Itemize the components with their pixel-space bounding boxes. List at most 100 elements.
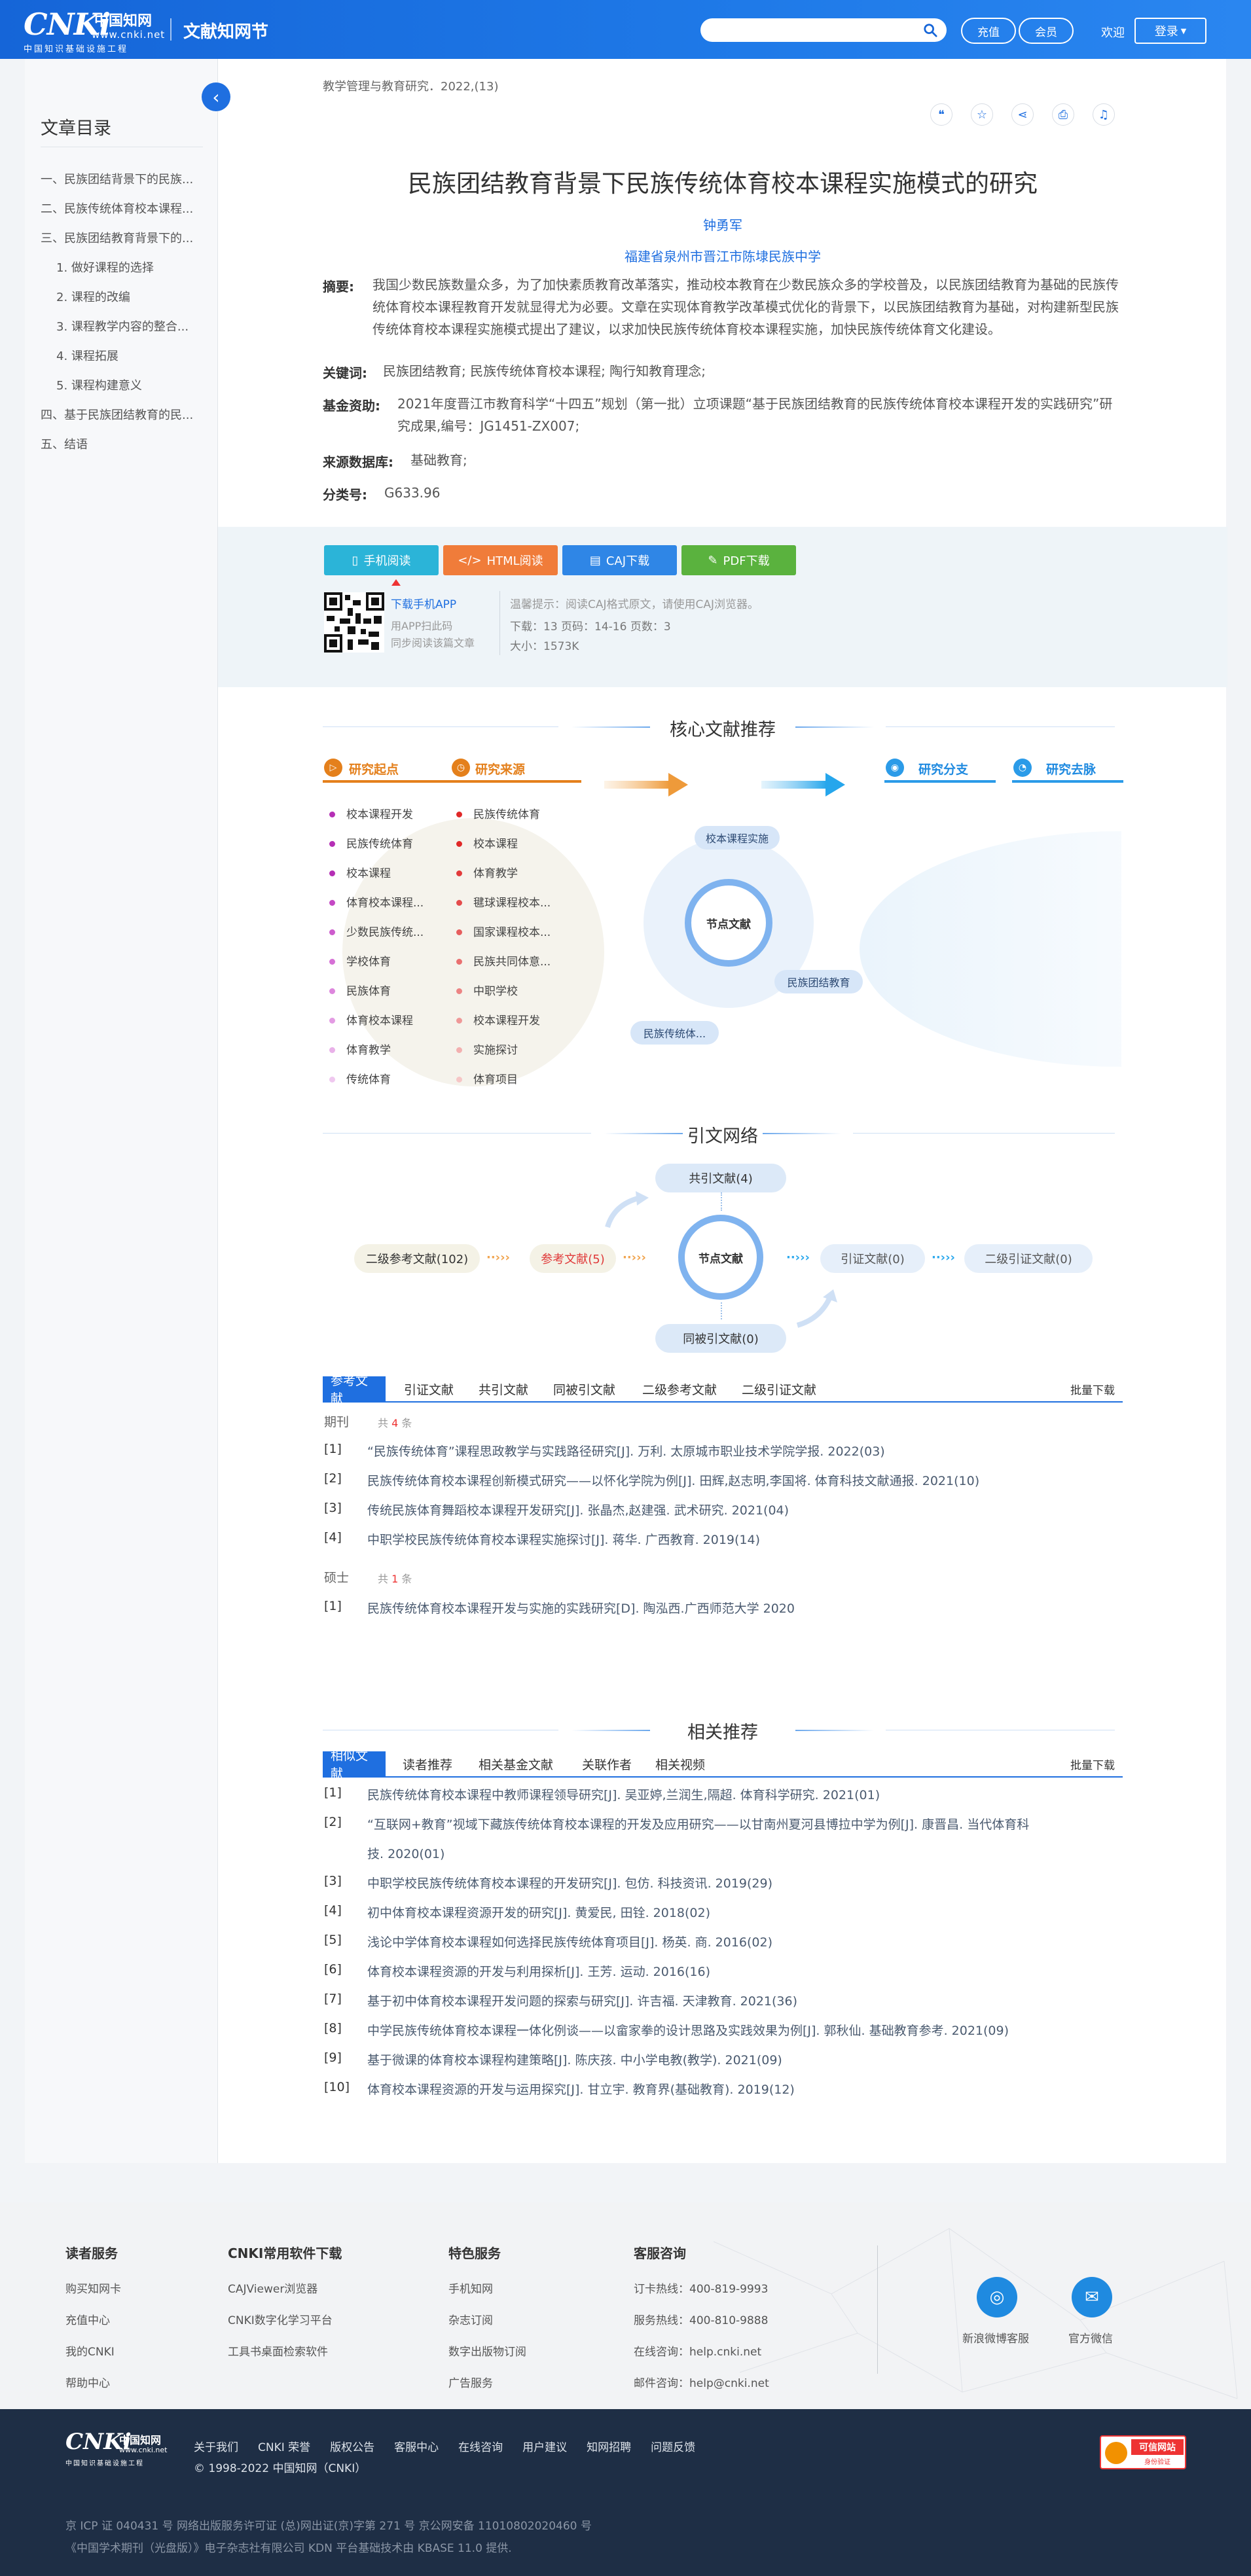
origin-item[interactable]: 校本课程 <box>346 864 391 880</box>
origin-item[interactable]: 民族传统体育 <box>346 834 413 851</box>
origin-item[interactable]: 体育校本课程... <box>346 893 424 910</box>
origin-item[interactable]: 少数民族传统... <box>346 923 424 939</box>
quote-icon[interactable]: ❝ <box>930 103 952 126</box>
related-item[interactable]: 初中体育校本课程资源开发的研究[J]. 黄爱民, 田铨. 2018(02) <box>367 1903 710 1921</box>
favorite-star-icon[interactable]: ☆ <box>971 103 993 126</box>
research-origin-title[interactable]: 研究起点 <box>349 760 399 778</box>
tab-cocited-docs[interactable]: 共引文献 <box>471 1376 536 1401</box>
source-item[interactable]: 民族共同体意... <box>473 952 551 969</box>
toc-item[interactable]: 3. 课程教学内容的整合... <box>56 317 207 334</box>
toc-item[interactable]: 四、基于民族团结教育的民... <box>41 406 208 423</box>
footer-link[interactable]: 工具书桌面检索软件 <box>228 2342 328 2359</box>
recharge-button[interactable]: 充值 <box>961 18 1016 44</box>
source-item[interactable]: 校本课程开发 <box>473 1011 540 1028</box>
tab-cocited-by[interactable]: 同被引文献 <box>545 1376 623 1401</box>
journal-info[interactable]: 教学管理与教育研究．2022,(13) <box>323 77 498 94</box>
toc-item[interactable]: 一、民族团结背景下的民族... <box>41 170 208 187</box>
footer-link[interactable]: 充值中心 <box>65 2311 110 2327</box>
login-button[interactable]: 登录 ▼ <box>1134 18 1206 44</box>
source-item[interactable]: 校本课程 <box>473 834 518 851</box>
caj-download-button[interactable]: ▤ CAJ下载 <box>562 545 677 575</box>
author-organization[interactable]: 福建省泉州市晋江市陈埭民族中学 <box>218 246 1227 265</box>
related-item[interactable]: 基于微课的体育校本课程构建策略[J]. 陈庆孩. 中小学电教(教学). 2021… <box>367 2050 782 2068</box>
origin-item[interactable]: 校本课程开发 <box>346 805 413 821</box>
second-level-cites-pill[interactable]: 二级引证文献(0) <box>964 1244 1093 1273</box>
footer-link[interactable]: 广告服务 <box>448 2374 493 2390</box>
tab-related-videos[interactable]: 相关视频 <box>647 1751 713 1776</box>
toc-item[interactable]: 5. 课程构建意义 <box>56 376 207 393</box>
footer-nav-link[interactable]: 版权公告 <box>330 2441 374 2454</box>
research-trend-title[interactable]: 研究去脉 <box>1046 760 1096 778</box>
toc-item[interactable]: 二、民族传统体育校本课程... <box>41 200 208 217</box>
footer-link[interactable]: CAJViewer浏览器 <box>228 2280 317 2296</box>
tab-related-authors[interactable]: 关联作者 <box>574 1751 640 1776</box>
footer-link[interactable]: 帮助中心 <box>65 2374 110 2390</box>
tab-fund-docs[interactable]: 相关基金文献 <box>471 1751 561 1776</box>
reference-item[interactable]: 民族传统体育校本课程开发与实施的实践研究[D]. 陶泓西.广西师范大学 2020 <box>367 1599 795 1617</box>
batch-download-link[interactable]: 批量下载 <box>1062 1376 1123 1401</box>
weibo-icon[interactable]: ◎ <box>977 2277 1017 2317</box>
source-item[interactable]: 中职学校 <box>473 982 518 998</box>
citing-docs-pill[interactable]: 引证文献(0) <box>820 1244 925 1273</box>
footer-link[interactable]: 数字出版物订阅 <box>448 2342 526 2359</box>
tab-similar-docs[interactable]: 相似文献 <box>323 1749 386 1781</box>
toc-item[interactable]: 4. 课程拓展 <box>56 347 207 364</box>
print-icon[interactable]: ⎙ <box>1052 103 1074 126</box>
member-button[interactable]: 会员 <box>1019 18 1074 44</box>
footer-nav-link[interactable]: 问题反馈 <box>651 2441 695 2454</box>
related-item[interactable]: 中职学校民族传统体育校本课程的开发研究[J]. 包仿. 科技资讯. 2019(2… <box>367 1874 772 1891</box>
site-name[interactable]: 文献知网节 <box>183 18 268 43</box>
footer-nav-link[interactable]: 知网招聘 <box>587 2441 631 2454</box>
email-consult-link[interactable]: 邮件咨询：help@cnki.net <box>634 2374 769 2390</box>
origin-item[interactable]: 民族体育 <box>346 982 391 998</box>
related-item-continued[interactable]: 技. 2020(01) <box>367 1844 444 1862</box>
tab-references[interactable]: 参考文献 <box>323 1374 386 1406</box>
source-item[interactable]: 体育项目 <box>473 1070 518 1086</box>
related-item[interactable]: 基于初中体育校本课程开发问题的探索与研究[J]. 许吉福. 天津教育. 2021… <box>367 1992 797 2009</box>
second-level-refs-pill[interactable]: 二级参考文献(102) <box>354 1244 480 1273</box>
footer-cnki-logo[interactable]: CNKi 中国知网 www.cnki.net 中国知识基础设施工程 <box>65 2429 183 2468</box>
related-item[interactable]: 民族传统体育校本课程中教师课程领导研究[J]. 吴亚婷,兰润生,隔超. 体育科学… <box>367 1785 880 1803</box>
research-branch-title[interactable]: 研究分支 <box>918 760 968 778</box>
share-icon[interactable]: ⋖ <box>1011 103 1034 126</box>
cnki-logo[interactable]: CNKi 中国知网 www.cnki.net 中国知识基础设施工程 <box>24 5 164 54</box>
batch-download-link[interactable]: 批量下载 <box>1062 1751 1123 1776</box>
trusted-site-badge[interactable]: 可信网站 身份验证 <box>1100 2435 1186 2469</box>
source-item[interactable]: 毽球课程校本... <box>473 893 551 910</box>
toc-item[interactable]: 五、结语 <box>41 435 208 452</box>
node-document-label[interactable]: 节点文献 <box>683 915 774 931</box>
footer-link[interactable]: 我的CNKI <box>65 2342 115 2359</box>
collapse-toc-icon[interactable]: ‹ <box>202 82 230 111</box>
origin-item[interactable]: 体育教学 <box>346 1041 391 1057</box>
tab-second-cites[interactable]: 二级引证文献 <box>734 1376 824 1401</box>
article-author[interactable]: 钟勇军 <box>218 215 1227 234</box>
download-app-link[interactable]: 下载手机APP <box>391 595 456 611</box>
footer-nav-link[interactable]: CNKI 荣誉 <box>258 2441 310 2454</box>
source-item[interactable]: 体育教学 <box>473 864 518 880</box>
notify-bell-icon[interactable]: ♫ <box>1093 103 1115 126</box>
toc-item[interactable]: 2. 课程的改编 <box>56 288 207 305</box>
research-source-title[interactable]: 研究来源 <box>475 760 525 778</box>
related-item[interactable]: 体育校本课程资源的开发与运用探究[J]. 甘立宇. 教育界(基础教育). 201… <box>367 2080 795 2098</box>
network-node-label[interactable]: 节点文献 <box>676 1249 765 1266</box>
footer-nav-link[interactable]: 关于我们 <box>194 2441 238 2454</box>
footer-link[interactable]: 杂志订阅 <box>448 2311 493 2327</box>
footer-nav-link[interactable]: 用户建议 <box>522 2441 567 2454</box>
branch-tag[interactable]: 校本课程实施 <box>695 826 780 850</box>
branch-tag[interactable]: 民族团结教育 <box>774 970 863 993</box>
related-item[interactable]: 体育校本课程资源的开发与利用探析[J]. 王芳. 运动. 2016(16) <box>367 1962 710 1980</box>
footer-nav-link[interactable]: 在线咨询 <box>458 2441 503 2454</box>
toc-item[interactable]: 三、民族团结教育背景下的... <box>41 229 208 246</box>
origin-item[interactable]: 体育校本课程 <box>346 1011 413 1028</box>
reference-item[interactable]: “民族传统体育”课程思政教学与实践路径研究[J]. 万利. 太原城市职业技术学院… <box>367 1442 885 1459</box>
references-pill[interactable]: 参考文献(5) <box>530 1244 616 1273</box>
related-item[interactable]: 浅论中学体育校本课程如何选择民族传统体育项目[J]. 杨英. 商. 2016(0… <box>367 1933 772 1950</box>
related-item[interactable]: “互联网+教育”视域下藏族传统体育校本课程的开发及应用研究——以甘南州夏河县博拉… <box>367 1815 1029 1833</box>
search-icon[interactable] <box>923 23 937 37</box>
pdf-download-button[interactable]: ✎ PDF下载 <box>681 545 796 575</box>
branch-tag[interactable]: 民族传统体... <box>630 1021 719 1045</box>
wechat-icon[interactable]: ✉ <box>1072 2277 1112 2317</box>
reference-item[interactable]: 传统民族体育舞蹈校本课程开发研究[J]. 张晶杰,赵建强. 武术研究. 2021… <box>367 1501 789 1518</box>
source-item[interactable]: 民族传统体育 <box>473 805 540 821</box>
reference-item[interactable]: 中职学校民族传统体育校本课程实施探讨[J]. 蒋华. 广西教育. 2019(14… <box>367 1530 760 1548</box>
